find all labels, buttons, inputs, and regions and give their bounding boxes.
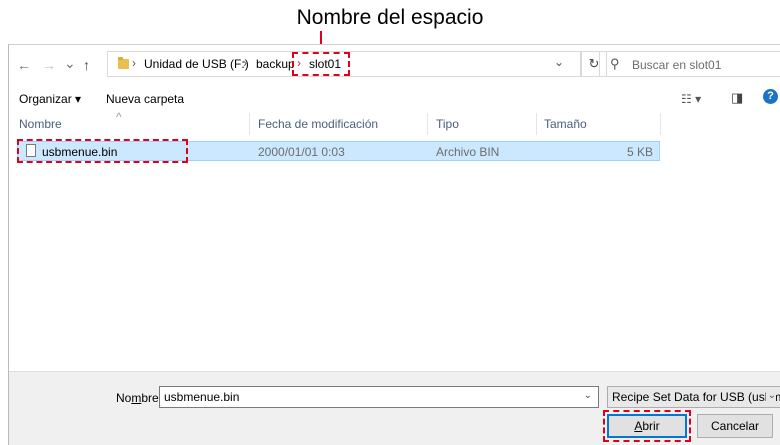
filetype-value: Recipe Set Data for USB (usbm xyxy=(612,390,780,404)
column-size[interactable]: Tamaño xyxy=(544,117,587,131)
column-divider[interactable] xyxy=(536,113,537,135)
column-name[interactable]: Nombre xyxy=(19,117,62,131)
annotation-title: Nombre del espacio xyxy=(296,6,484,29)
chevron-down-icon[interactable]: ⌄ xyxy=(554,55,564,69)
breadcrumb-backup[interactable]: backup xyxy=(256,57,295,71)
command-bar: Organizar ▾ Nueva carpeta ☷ ▾ ◨ ? xyxy=(9,83,780,113)
filename-input[interactable]: usbmenue.bin ⌄ xyxy=(159,386,599,408)
chevron-down-icon[interactable]: ⌄ xyxy=(584,390,592,401)
up-icon[interactable]: ↑ xyxy=(83,57,90,73)
filetype-select[interactable]: Recipe Set Data for USB (usbm ⌄ xyxy=(607,386,780,408)
column-divider[interactable] xyxy=(660,113,661,135)
view-options-icon[interactable]: ☷ ▾ xyxy=(681,92,701,106)
annotation-box-slot xyxy=(292,52,350,76)
folder-icon xyxy=(118,57,129,69)
file-type: Archivo BIN xyxy=(436,145,500,159)
forward-icon[interactable]: → xyxy=(42,57,56,73)
filename-label: Nombre: xyxy=(116,391,163,405)
dialog-footer: Nombre: usbmenue.bin ⌄ Recipe Set Data f… xyxy=(9,371,780,445)
preview-pane-icon[interactable]: ◨ xyxy=(731,90,743,106)
search-placeholder: Buscar en slot01 xyxy=(632,58,722,72)
column-type[interactable]: Tipo xyxy=(436,117,459,131)
new-folder-button[interactable]: Nueva carpeta xyxy=(106,92,184,106)
file-modified: 2000/01/01 0:03 xyxy=(258,145,345,159)
column-headers: Nombre ^ Fecha de modificación Tipo Tama… xyxy=(9,110,780,135)
organize-button[interactable]: Organizar ▾ xyxy=(19,92,81,106)
recent-locations-icon[interactable]: ⌄ xyxy=(64,55,76,72)
breadcrumb-drive[interactable]: Unidad de USB (F:) xyxy=(144,57,249,71)
column-divider[interactable] xyxy=(427,113,428,135)
column-divider[interactable] xyxy=(249,113,250,135)
search-input[interactable]: ⚲ Buscar en slot01 xyxy=(599,51,780,77)
filename-value: usbmenue.bin xyxy=(164,390,240,404)
file-open-dialog: ← → ⌄ ↑ › Unidad de USB (F:) › backup › … xyxy=(8,44,780,445)
help-icon[interactable]: ? xyxy=(763,89,778,104)
column-modified[interactable]: Fecha de modificación xyxy=(258,117,378,131)
search-icon: ⚲ xyxy=(610,56,620,71)
chevron-right-icon: › xyxy=(132,56,136,70)
file-size: 5 KB xyxy=(626,145,653,159)
back-icon[interactable]: ← xyxy=(17,57,31,73)
sort-ascending-icon: ^ xyxy=(116,110,122,124)
chevron-down-icon[interactable]: ⌄ xyxy=(765,390,776,401)
annotation-box-file xyxy=(17,139,188,163)
cancel-button[interactable]: Cancelar xyxy=(697,414,773,438)
annotation-box-open xyxy=(603,410,691,442)
address-row: ← → ⌄ ↑ › Unidad de USB (F:) › backup › … xyxy=(9,45,780,83)
chevron-right-icon: › xyxy=(243,56,247,70)
